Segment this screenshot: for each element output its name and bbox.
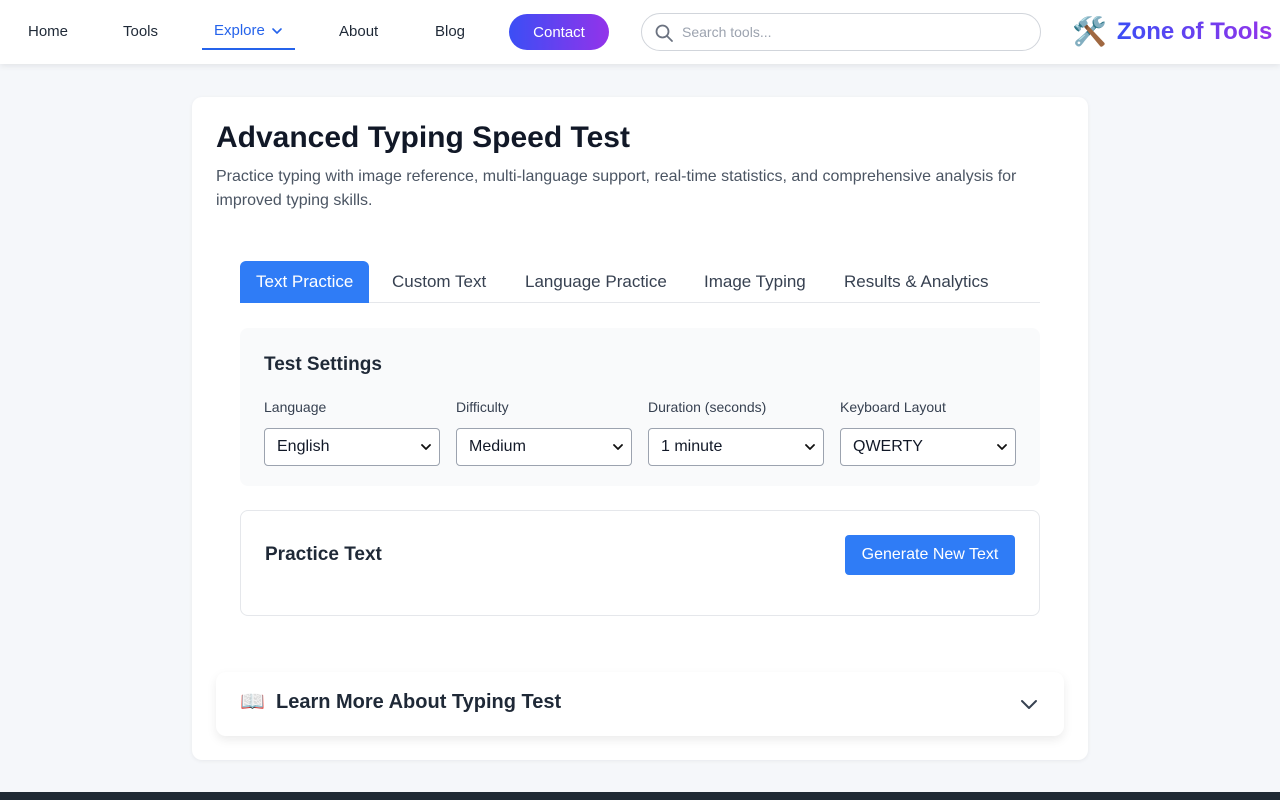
nav-explore-label: Explore (214, 22, 265, 39)
tab-results-analytics[interactable]: Results & Analytics (828, 261, 1005, 303)
book-icon: 📖 (240, 691, 265, 713)
nav-explore-dropdown[interactable]: Explore (202, 14, 295, 50)
tab-custom-text[interactable]: Custom Text (376, 261, 502, 303)
search-input[interactable] (682, 14, 1022, 50)
learn-more-accordion[interactable]: 📖 Learn More About Typing Test (216, 672, 1064, 736)
search-box (641, 13, 1041, 51)
page-title: Advanced Typing Speed Test (216, 121, 630, 154)
language-label: Language (264, 399, 327, 415)
brand-name: Zone of Tools (1116, 18, 1273, 45)
tab-image-typing[interactable]: Image Typing (688, 261, 822, 303)
duration-value: 1 minute (661, 438, 723, 455)
settings-title: Test Settings (264, 354, 382, 375)
tab-language-practice[interactable]: Language Practice (509, 261, 683, 303)
footer (0, 792, 1280, 800)
duration-select[interactable]: 1 minute (648, 428, 824, 466)
chevron-down-icon (805, 444, 815, 450)
tools-icon: 🛠️ (1072, 16, 1107, 47)
difficulty-select[interactable]: Medium (456, 428, 632, 466)
difficulty-value: Medium (469, 438, 526, 455)
tab-text-practice[interactable]: Text Practice (240, 261, 370, 303)
chevron-down-icon (272, 28, 282, 34)
keyboard-layout-field: Keyboard Layout QWERTY (840, 398, 1016, 466)
learn-more-title: Learn More About Typing Test (276, 691, 562, 713)
language-field: Language English (264, 398, 440, 466)
duration-field: Duration (seconds) 1 minute (648, 398, 824, 466)
test-settings-panel: Test Settings Language English Difficult… (240, 328, 1040, 486)
tab-bar: Text Practice Custom Text Language Pract… (240, 261, 1040, 303)
nav-home-link[interactable]: Home (28, 0, 68, 64)
nav-tools-link[interactable]: Tools (123, 0, 158, 64)
keyboard-layout-value: QWERTY (853, 438, 923, 455)
generate-new-text-button[interactable]: Generate New Text (845, 535, 1015, 575)
chevron-down-icon (997, 444, 1007, 450)
keyboard-layout-select[interactable]: QWERTY (840, 428, 1016, 466)
chevron-down-icon (613, 444, 623, 450)
page-description: Practice typing with image reference, mu… (216, 168, 1017, 209)
chevron-down-icon (421, 444, 431, 450)
nav-blog-link[interactable]: Blog (435, 0, 465, 64)
top-navbar: Home Tools Explore About Blog Contact 🛠️… (0, 0, 1280, 64)
nav-about-link[interactable]: About (339, 0, 378, 64)
difficulty-label: Difficulty (456, 399, 509, 415)
language-select[interactable]: English (264, 428, 440, 466)
duration-label: Duration (seconds) (648, 399, 767, 415)
language-value: English (277, 438, 330, 455)
practice-text-title: Practice Text (265, 544, 382, 565)
contact-button[interactable]: Contact (509, 14, 609, 50)
main-card: Advanced Typing Speed Test Practice typi… (192, 97, 1088, 760)
search-icon (655, 24, 673, 42)
chevron-down-icon[interactable] (1020, 696, 1038, 714)
practice-text-panel: Practice Text Generate New Text (240, 510, 1040, 616)
brand-logo[interactable]: 🛠️ Zone of Tools (1072, 14, 1272, 50)
keyboard-layout-label: Keyboard Layout (840, 399, 946, 415)
difficulty-field: Difficulty Medium (456, 398, 632, 466)
